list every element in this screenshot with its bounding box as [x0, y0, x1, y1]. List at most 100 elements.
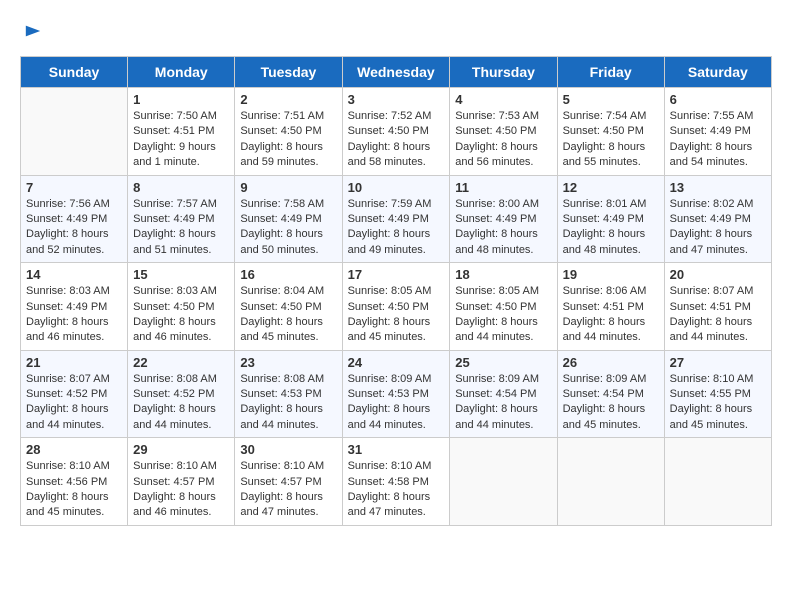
calendar-cell: 30 Sunrise: 8:10 AM Sunset: 4:57 PM Dayli…: [235, 438, 342, 526]
calendar-cell: 13 Sunrise: 8:02 AM Sunset: 4:49 PM Dayli…: [664, 175, 771, 263]
calendar-cell: 28 Sunrise: 8:10 AM Sunset: 4:56 PM Dayli…: [21, 438, 128, 526]
cell-content: Sunrise: 8:05 AM Sunset: 4:50 PM Dayligh…: [348, 284, 445, 346]
calendar-cell: 20 Sunrise: 8:07 AM Sunset: 4:51 PM Dayli…: [664, 263, 771, 351]
calendar-cell: 8 Sunrise: 7:57 AM Sunset: 4:49 PM Daylig…: [128, 175, 235, 263]
day-number: 1: [133, 92, 229, 107]
cell-content: Sunrise: 8:09 AM Sunset: 4:54 PM Dayligh…: [563, 372, 659, 434]
day-number: 22: [133, 355, 229, 370]
calendar-cell: 3 Sunrise: 7:52 AM Sunset: 4:50 PM Daylig…: [342, 88, 450, 176]
cell-content: Sunrise: 8:10 AM Sunset: 4:57 PM Dayligh…: [133, 459, 229, 521]
calendar-cell: 27Sunrise: 8:10 AM Sunset: 4:55 PM Dayli…: [664, 350, 771, 438]
calendar-cell: 1 Sunrise: 7:50 AM Sunset: 4:51 PM Daylig…: [128, 88, 235, 176]
calendar-cell: 12 Sunrise: 8:01 AM Sunset: 4:49 PM Dayli…: [557, 175, 664, 263]
cell-content: Sunrise: 8:03 AM Sunset: 4:49 PM Dayligh…: [26, 284, 122, 346]
calendar-cell: 14 Sunrise: 8:03 AM Sunset: 4:49 PM Dayli…: [21, 263, 128, 351]
calendar-cell: 5 Sunrise: 7:54 AM Sunset: 4:50 PM Daylig…: [557, 88, 664, 176]
calendar-cell: 19 Sunrise: 8:06 AM Sunset: 4:51 PM Dayli…: [557, 263, 664, 351]
day-header-wednesday: Wednesday: [342, 57, 450, 88]
day-header-saturday: Saturday: [664, 57, 771, 88]
day-number: 25: [455, 355, 551, 370]
cell-content: Sunrise: 8:00 AM Sunset: 4:49 PM Dayligh…: [455, 197, 551, 259]
page-header: [20, 20, 772, 40]
cell-content: Sunrise: 7:53 AM Sunset: 4:50 PM Dayligh…: [455, 109, 551, 171]
cell-content: Sunrise: 8:09 AM Sunset: 4:53 PM Dayligh…: [348, 372, 445, 434]
cell-content: Sunrise: 7:56 AM Sunset: 4:49 PM Dayligh…: [26, 197, 122, 259]
cell-content: Sunrise: 8:02 AM Sunset: 4:49 PM Dayligh…: [670, 197, 766, 259]
calendar-week-4: 21Sunrise: 8:07 AM Sunset: 4:52 PM Dayli…: [21, 350, 772, 438]
day-number: 8: [133, 180, 229, 195]
calendar-cell: [450, 438, 557, 526]
calendar-cell: 6 Sunrise: 7:55 AM Sunset: 4:49 PM Daylig…: [664, 88, 771, 176]
cell-content: Sunrise: 7:52 AM Sunset: 4:50 PM Dayligh…: [348, 109, 445, 171]
cell-content: Sunrise: 8:10 AM Sunset: 4:57 PM Dayligh…: [240, 459, 336, 521]
day-number: 9: [240, 180, 336, 195]
cell-content: Sunrise: 8:01 AM Sunset: 4:49 PM Dayligh…: [563, 197, 659, 259]
day-number: 5: [563, 92, 659, 107]
calendar-cell: 17Sunrise: 8:05 AM Sunset: 4:50 PM Dayli…: [342, 263, 450, 351]
calendar-cell: [21, 88, 128, 176]
cell-content: Sunrise: 8:04 AM Sunset: 4:50 PM Dayligh…: [240, 284, 336, 346]
day-number: 14: [26, 267, 122, 282]
calendar-cell: 15 Sunrise: 8:03 AM Sunset: 4:50 PM Dayli…: [128, 263, 235, 351]
cell-content: Sunrise: 8:08 AM Sunset: 4:53 PM Dayligh…: [240, 372, 336, 434]
cell-content: Sunrise: 8:09 AM Sunset: 4:54 PM Dayligh…: [455, 372, 551, 434]
cell-content: Sunrise: 7:57 AM Sunset: 4:49 PM Dayligh…: [133, 197, 229, 259]
calendar-cell: [557, 438, 664, 526]
day-number: 4: [455, 92, 551, 107]
day-number: 3: [348, 92, 445, 107]
day-header-sunday: Sunday: [21, 57, 128, 88]
calendar-cell: 25 Sunrise: 8:09 AM Sunset: 4:54 PM Dayli…: [450, 350, 557, 438]
calendar-cell: 10 Sunrise: 7:59 AM Sunset: 4:49 PM Dayli…: [342, 175, 450, 263]
calendar-cell: 22 Sunrise: 8:08 AM Sunset: 4:52 PM Dayli…: [128, 350, 235, 438]
cell-content: Sunrise: 7:54 AM Sunset: 4:50 PM Dayligh…: [563, 109, 659, 171]
cell-content: Sunrise: 8:10 AM Sunset: 4:56 PM Dayligh…: [26, 459, 122, 521]
cell-content: Sunrise: 8:10 AM Sunset: 4:55 PM Dayligh…: [670, 372, 766, 434]
day-number: 6: [670, 92, 766, 107]
day-number: 28: [26, 442, 122, 457]
calendar-cell: 26 Sunrise: 8:09 AM Sunset: 4:54 PM Dayli…: [557, 350, 664, 438]
calendar-cell: 9Sunrise: 7:58 AM Sunset: 4:49 PM Daylig…: [235, 175, 342, 263]
cell-content: Sunrise: 7:51 AM Sunset: 4:50 PM Dayligh…: [240, 109, 336, 171]
cell-content: Sunrise: 8:10 AM Sunset: 4:58 PM Dayligh…: [348, 459, 445, 521]
day-number: 11: [455, 180, 551, 195]
day-number: 12: [563, 180, 659, 195]
day-number: 10: [348, 180, 445, 195]
calendar-cell: 2Sunrise: 7:51 AM Sunset: 4:50 PM Daylig…: [235, 88, 342, 176]
day-number: 30: [240, 442, 336, 457]
calendar-cell: 29Sunrise: 8:10 AM Sunset: 4:57 PM Dayli…: [128, 438, 235, 526]
day-header-monday: Monday: [128, 57, 235, 88]
calendar-cell: 23Sunrise: 8:08 AM Sunset: 4:53 PM Dayli…: [235, 350, 342, 438]
calendar-cell: 18Sunrise: 8:05 AM Sunset: 4:50 PM Dayli…: [450, 263, 557, 351]
cell-content: Sunrise: 8:07 AM Sunset: 4:51 PM Dayligh…: [670, 284, 766, 346]
calendar-cell: 7 Sunrise: 7:56 AM Sunset: 4:49 PM Daylig…: [21, 175, 128, 263]
calendar-cell: 21Sunrise: 8:07 AM Sunset: 4:52 PM Dayli…: [21, 350, 128, 438]
day-number: 7: [26, 180, 122, 195]
day-number: 20: [670, 267, 766, 282]
calendar-table: SundayMondayTuesdayWednesdayThursdayFrid…: [20, 56, 772, 526]
calendar-cell: 4 Sunrise: 7:53 AM Sunset: 4:50 PM Daylig…: [450, 88, 557, 176]
calendar-cell: 11 Sunrise: 8:00 AM Sunset: 4:49 PM Dayli…: [450, 175, 557, 263]
day-number: 16: [240, 267, 336, 282]
calendar-header-row: SundayMondayTuesdayWednesdayThursdayFrid…: [21, 57, 772, 88]
cell-content: Sunrise: 8:06 AM Sunset: 4:51 PM Dayligh…: [563, 284, 659, 346]
day-number: 31: [348, 442, 445, 457]
cell-content: Sunrise: 8:08 AM Sunset: 4:52 PM Dayligh…: [133, 372, 229, 434]
cell-content: Sunrise: 8:07 AM Sunset: 4:52 PM Dayligh…: [26, 372, 122, 434]
calendar-cell: 16 Sunrise: 8:04 AM Sunset: 4:50 PM Dayli…: [235, 263, 342, 351]
cell-content: Sunrise: 7:55 AM Sunset: 4:49 PM Dayligh…: [670, 109, 766, 171]
calendar-week-5: 28 Sunrise: 8:10 AM Sunset: 4:56 PM Dayli…: [21, 438, 772, 526]
day-header-friday: Friday: [557, 57, 664, 88]
day-header-thursday: Thursday: [450, 57, 557, 88]
calendar-week-1: 1 Sunrise: 7:50 AM Sunset: 4:51 PM Daylig…: [21, 88, 772, 176]
day-number: 15: [133, 267, 229, 282]
cell-content: Sunrise: 8:03 AM Sunset: 4:50 PM Dayligh…: [133, 284, 229, 346]
day-number: 26: [563, 355, 659, 370]
logo: [20, 20, 42, 40]
calendar-week-3: 14 Sunrise: 8:03 AM Sunset: 4:49 PM Dayli…: [21, 263, 772, 351]
cell-content: Sunrise: 7:50 AM Sunset: 4:51 PM Dayligh…: [133, 109, 229, 171]
day-number: 18: [455, 267, 551, 282]
cell-content: Sunrise: 7:59 AM Sunset: 4:49 PM Dayligh…: [348, 197, 445, 259]
day-number: 13: [670, 180, 766, 195]
day-header-tuesday: Tuesday: [235, 57, 342, 88]
day-number: 19: [563, 267, 659, 282]
